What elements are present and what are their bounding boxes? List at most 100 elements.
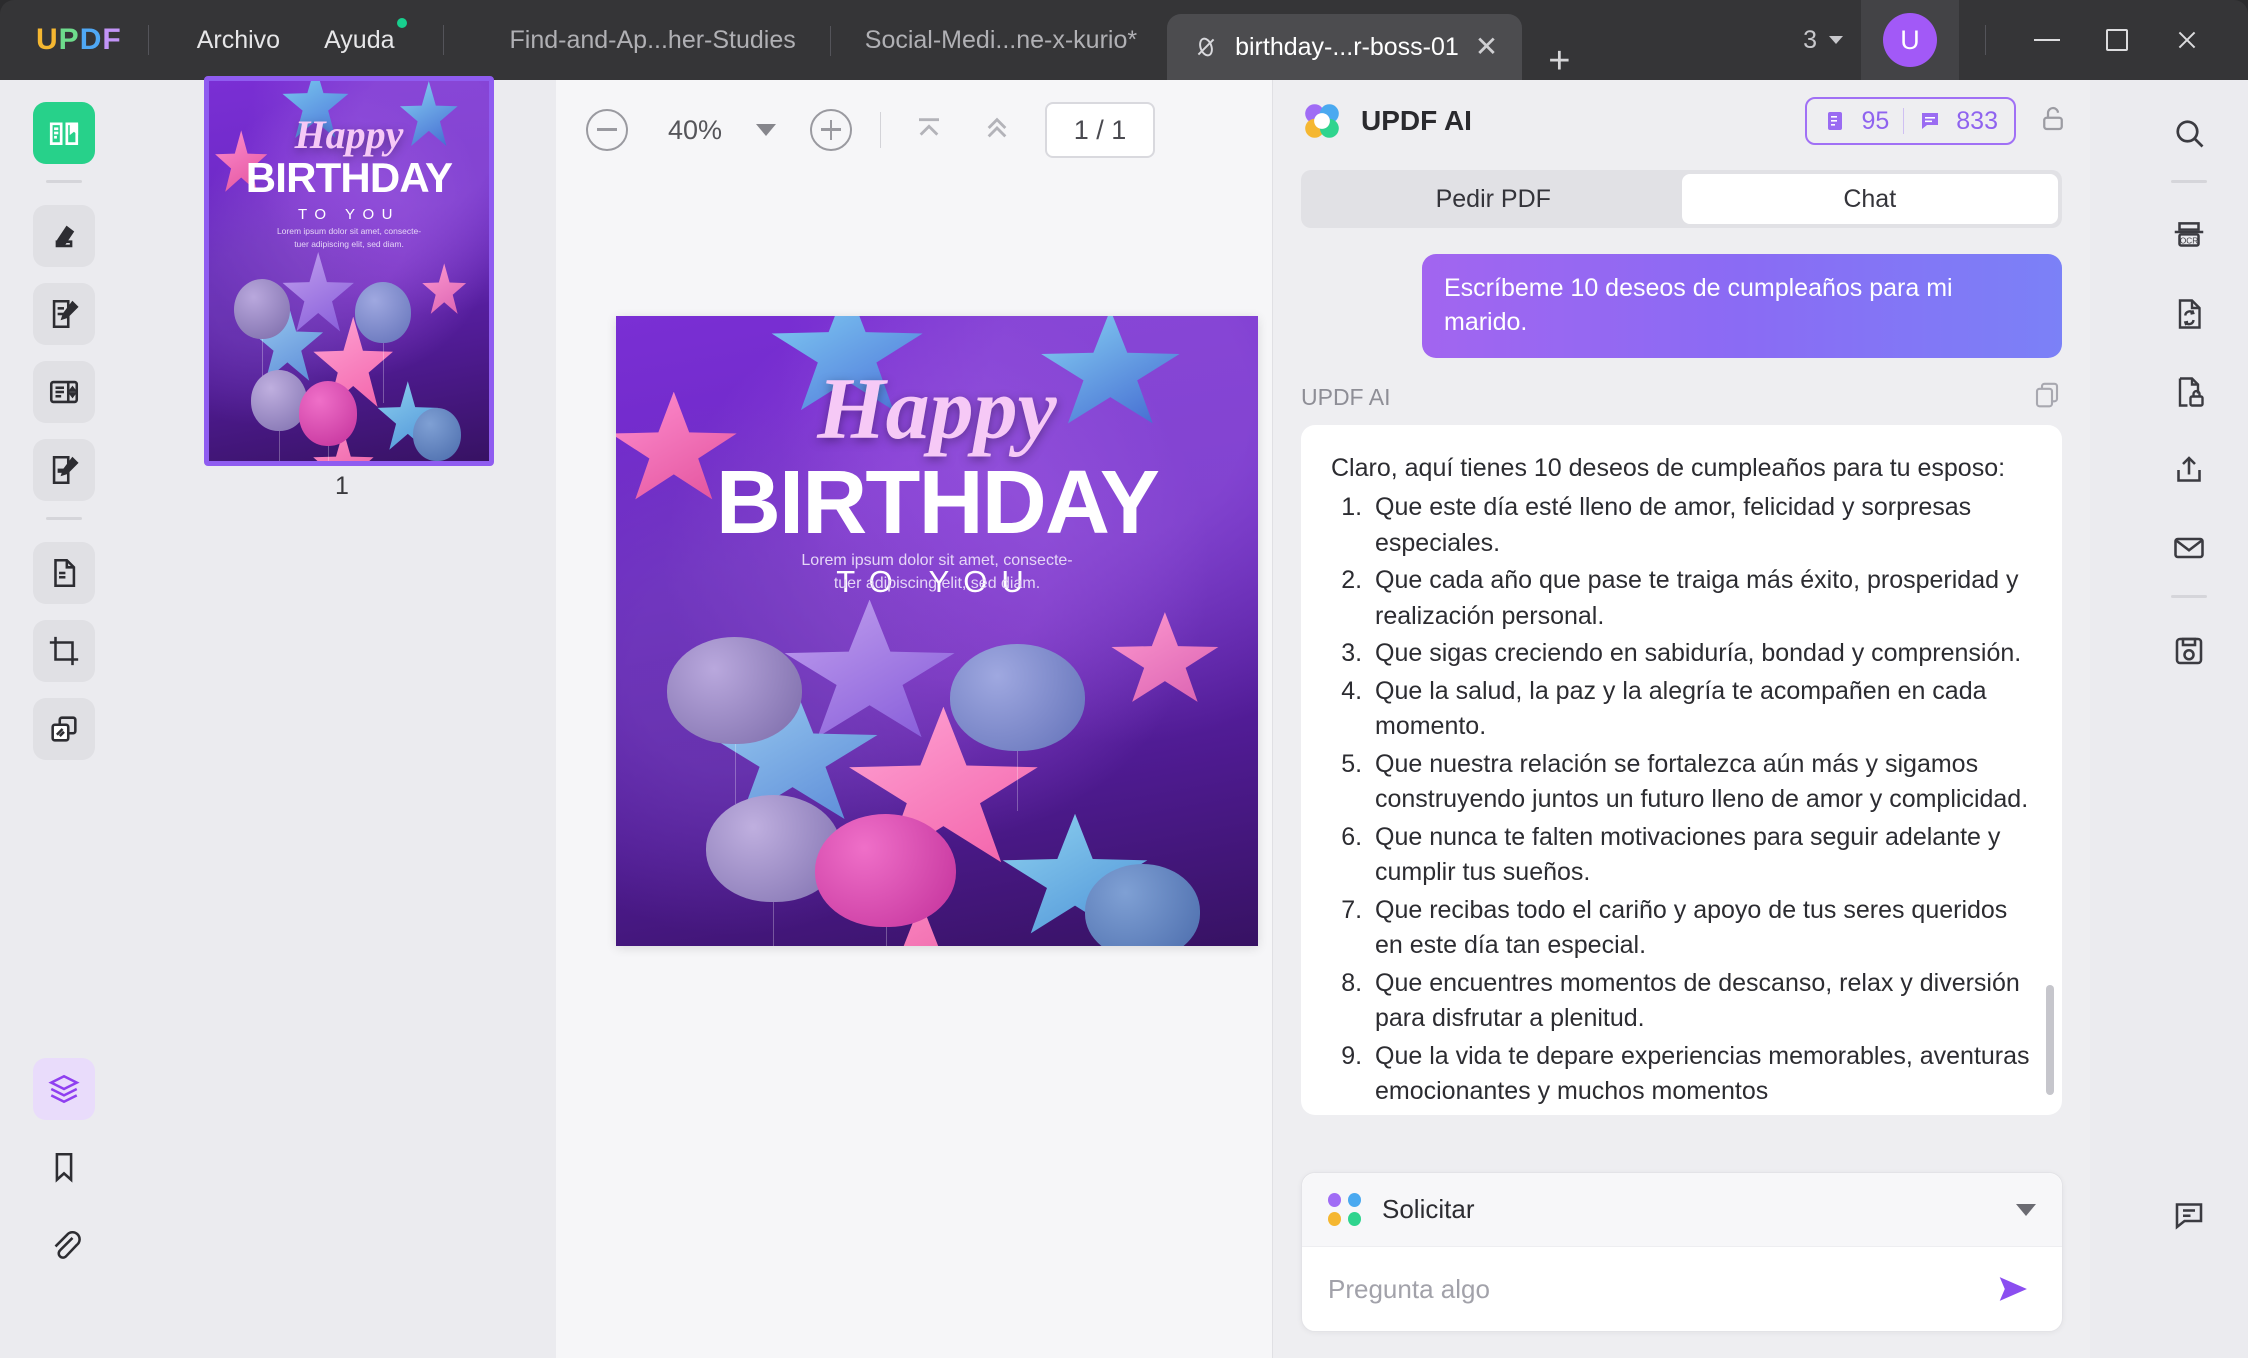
- minimize-icon: [2034, 39, 2060, 41]
- pdf-page-canvas[interactable]: Happy BIRTHDAY TO YOU Lorem ipsum dolor …: [616, 316, 1258, 946]
- fit-page-button[interactable]: [909, 108, 949, 153]
- avatar-initial: U: [1900, 24, 1920, 55]
- sidebar-item-email[interactable]: [2158, 517, 2220, 579]
- zoom-level-label: 40%: [668, 114, 723, 145]
- tab-label: Pedir PDF: [1435, 184, 1551, 213]
- doc-credit-count: 95: [1861, 106, 1890, 135]
- divider: [1903, 108, 1905, 134]
- share-icon: [2177, 456, 2201, 482]
- composer-mode-selector[interactable]: Solicitar: [1302, 1173, 2062, 1247]
- chat-credit-count: 833: [1956, 106, 1998, 135]
- zoom-out-button[interactable]: [586, 109, 628, 151]
- sidebar-item-page[interactable]: [33, 542, 95, 604]
- sidebar-item-highlight[interactable]: [33, 205, 95, 267]
- sidebar-item-bookmark[interactable]: [33, 1136, 95, 1198]
- tab-pedir-pdf[interactable]: Pedir PDF: [1305, 174, 1682, 224]
- sidebar-item-convert[interactable]: [2158, 283, 2220, 345]
- book-icon: [49, 122, 79, 145]
- copy-icon[interactable]: [2032, 380, 2062, 415]
- poster-toyou: TO YOU: [298, 206, 400, 224]
- minimize-button[interactable]: [2012, 0, 2082, 80]
- assistant-response-card: Claro, aquí tienes 10 deseos de cumpleañ…: [1301, 424, 2062, 1115]
- document-credit-icon: [1828, 112, 1843, 130]
- new-tab-button[interactable]: +: [1522, 42, 1596, 80]
- sidebar-item-protect[interactable]: [2158, 361, 2220, 423]
- menu-ayuda[interactable]: Ayuda: [302, 17, 416, 55]
- bookmark-icon: [55, 1152, 73, 1183]
- credits-badge[interactable]: 95 833: [1805, 97, 2016, 145]
- updf-ai-logo-icon: [1301, 100, 1343, 142]
- account-button[interactable]: U: [1861, 0, 1959, 83]
- list-item: Que nuestra relación se fortalezca aún m…: [1369, 747, 2032, 818]
- rail-separator: [46, 180, 82, 183]
- page-number-input[interactable]: 1 / 1: [1045, 102, 1156, 158]
- sidebar-item-edit-text[interactable]: [33, 283, 95, 345]
- response-scrollbar[interactable]: [2046, 984, 2054, 1095]
- response-list: Que este día esté lleno de amor, felicid…: [1369, 490, 2032, 1110]
- avatar: U: [1883, 13, 1937, 67]
- chat-credit-icon: [1922, 113, 1939, 129]
- sidebar-item-form[interactable]: [33, 361, 95, 423]
- assistant-name-row: UPDF AI: [1273, 358, 2090, 425]
- ai-composer: Solicitar Pregunta algo: [1301, 1172, 2063, 1332]
- tab-chat[interactable]: Chat: [1681, 174, 2058, 224]
- ai-panel-title: UPDF AI: [1361, 105, 1472, 136]
- composer-input-row: Pregunta algo: [1302, 1247, 2062, 1331]
- chat-input[interactable]: Pregunta algo: [1328, 1274, 1994, 1305]
- maximize-button[interactable]: [2082, 0, 2152, 80]
- sidebar-item-save-as[interactable]: [2158, 620, 2220, 682]
- divider: [880, 112, 882, 148]
- list-item: Que nunca te falten motivaciones para se…: [1369, 820, 2032, 891]
- zoom-in-button[interactable]: [810, 109, 853, 151]
- divider: [442, 25, 444, 55]
- sidebar-item-comment[interactable]: [2158, 1184, 2220, 1246]
- mail-icon: [2174, 537, 2204, 559]
- user-message-bubble: Escríbeme 10 deseos de cumpleaños para m…: [1422, 254, 2062, 358]
- svg-text:OCR: OCR: [2180, 236, 2198, 245]
- sidebar-item-attachment[interactable]: [33, 1214, 95, 1276]
- left-tool-rail: [0, 80, 128, 1358]
- poster-art: Happy BIRTHDAY TO YOU Lorem ipsum dolor …: [209, 81, 489, 461]
- ai-mode-tabs: Pedir PDF Chat: [1301, 170, 2062, 228]
- thumbnail-panel: Happy BIRTHDAY TO YOU Lorem ipsum dolor …: [128, 76, 556, 1358]
- sidebar-item-search[interactable]: [2158, 102, 2220, 164]
- sidebar-item-compare[interactable]: [33, 698, 95, 760]
- unlock-icon[interactable]: [2038, 104, 2068, 139]
- tab-count-dropdown[interactable]: 3: [1785, 26, 1861, 55]
- menu-archivo[interactable]: Archivo: [175, 26, 302, 55]
- poster-art-large: Happy BIRTHDAY TO YOU Lorem ipsum dolor …: [616, 316, 1258, 946]
- updf-logo[interactable]: UPDF: [36, 23, 122, 57]
- comment-icon: [2175, 1203, 2203, 1230]
- divider: [1985, 25, 1986, 55]
- fit-page-icon: [919, 117, 940, 136]
- menu-ayuda-label: Ayuda: [324, 25, 395, 54]
- close-icon: [2178, 31, 2196, 49]
- list-item: Que la salud, la paz y la alegría te aco…: [1369, 674, 2032, 745]
- scroll-top-button[interactable]: [977, 108, 1017, 153]
- sidebar-item-reader-mode[interactable]: [33, 102, 95, 164]
- sidebar-item-share[interactable]: [2158, 439, 2220, 501]
- sidebar-item-crop[interactable]: [33, 620, 95, 682]
- list-item: Que encuentres momentos de descanso, rel…: [1369, 966, 2032, 1037]
- rail-separator: [46, 517, 82, 520]
- lock-document-icon: [2178, 377, 2204, 407]
- sidebar-item-layers[interactable]: [33, 1058, 95, 1120]
- rail-separator: [2171, 595, 2207, 598]
- right-tool-rail: OCR: [2130, 80, 2248, 1358]
- paperclip-icon: [54, 1230, 81, 1259]
- sidebar-item-ocr[interactable]: OCR: [2158, 205, 2220, 267]
- tab-birthday-active[interactable]: birthday-...r-boss-01 ✕: [1167, 14, 1523, 80]
- sidebar-item-sign[interactable]: [33, 439, 95, 501]
- rail-separator: [2171, 180, 2207, 183]
- tab-find-and-apply[interactable]: Find-and-Ap...her-Studies: [480, 0, 826, 80]
- pdf-file-icon: [1193, 34, 1219, 60]
- send-button[interactable]: [1994, 1272, 2036, 1306]
- tab-social-media[interactable]: Social-Medi...ne-x-kurio*: [835, 0, 1167, 80]
- zoom-dropdown-icon[interactable]: [756, 124, 777, 136]
- document-tabs: Find-and-Ap...her-Studies Social-Medi...…: [480, 0, 1597, 80]
- close-window-button[interactable]: [2152, 0, 2222, 80]
- page-thumbnail-1[interactable]: Happy BIRTHDAY TO YOU Lorem ipsum dolor …: [204, 76, 494, 466]
- tab-label: Social-Medi...ne-x-kurio*: [864, 25, 1138, 54]
- close-icon[interactable]: ✕: [1475, 33, 1498, 61]
- ai-panel-header: UPDF AI 95 833: [1273, 80, 2090, 162]
